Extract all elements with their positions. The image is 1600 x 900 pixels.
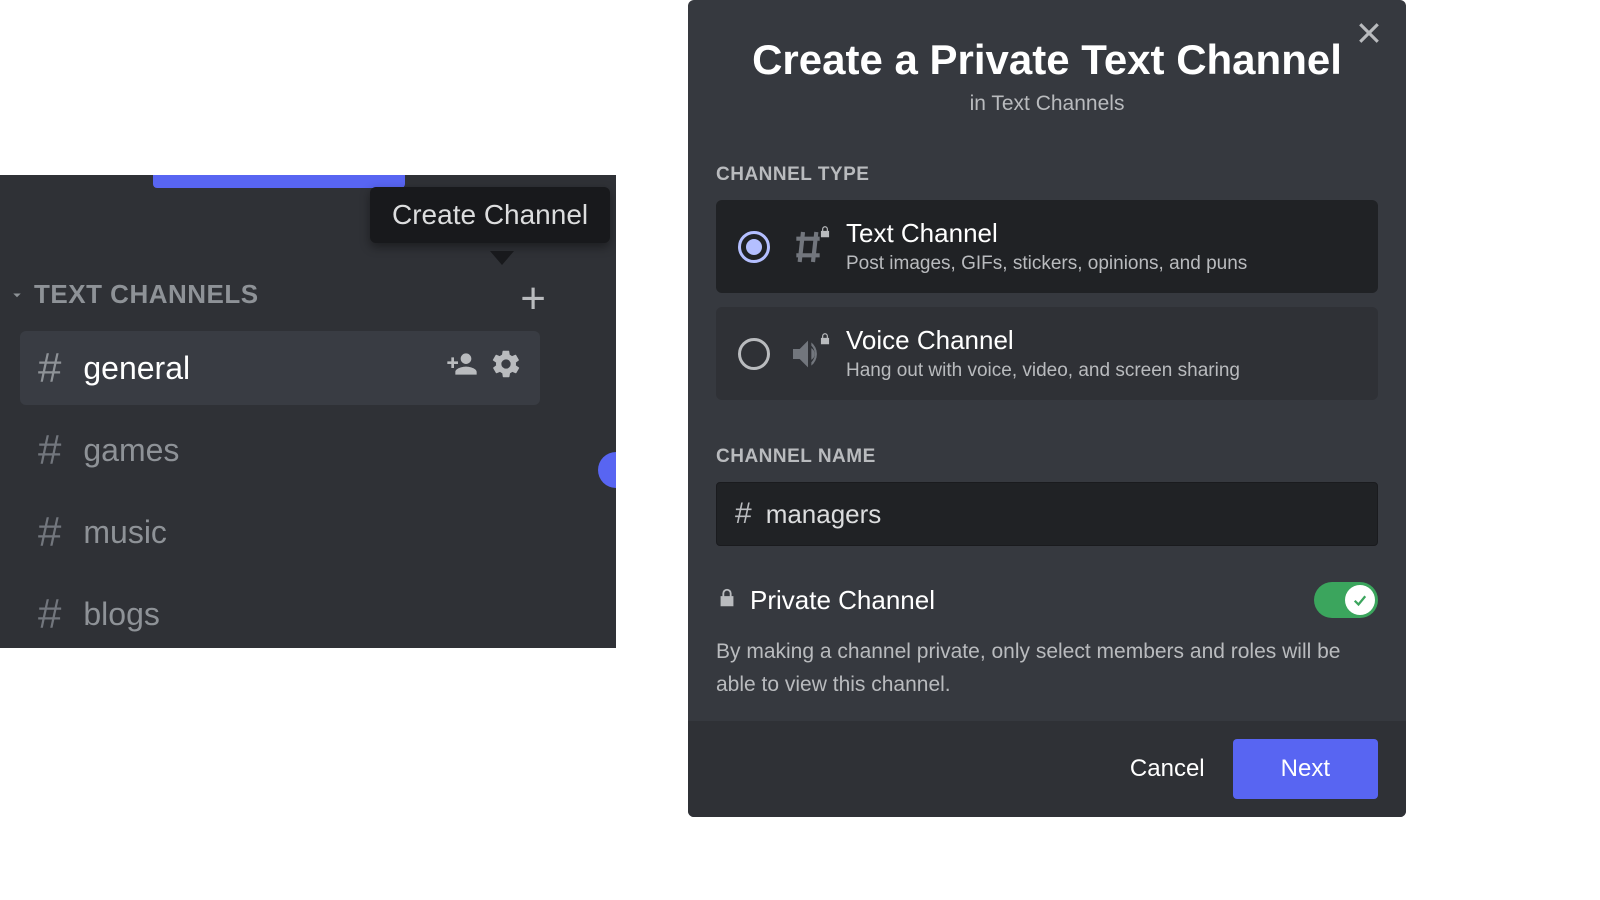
check-icon: [1351, 591, 1369, 609]
hash-lock-icon: [788, 227, 828, 267]
lock-icon: [818, 332, 832, 351]
type-desc: Post images, GIFs, stickers, opinions, a…: [846, 253, 1247, 275]
category-label: TEXT CHANNELS: [34, 279, 259, 310]
modal-subtitle: in Text Channels: [688, 92, 1406, 116]
private-channel-description: By making a channel private, only select…: [716, 636, 1378, 701]
server-avatar-edge: [598, 452, 616, 488]
channel-name: blogs: [83, 596, 160, 633]
create-channel-tooltip: Create Channel: [370, 187, 610, 243]
channel-sidebar: Create Channel TEXT CHANNELS + # general…: [0, 175, 616, 648]
radio-unselected-icon: [738, 338, 770, 370]
channel-item-general[interactable]: # general: [20, 331, 540, 405]
lock-icon: [716, 585, 738, 616]
type-title: Voice Channel: [846, 325, 1240, 356]
channel-item-games[interactable]: # games: [20, 413, 540, 487]
channel-name-input[interactable]: [766, 499, 1359, 530]
gear-icon[interactable]: [490, 348, 522, 388]
create-channel-button[interactable]: +: [520, 277, 546, 321]
channel-item-music[interactable]: # music: [20, 495, 540, 569]
cancel-button[interactable]: Cancel: [1130, 755, 1205, 783]
hash-icon: #: [38, 426, 61, 474]
lock-icon: [818, 225, 832, 244]
active-indicator-bar: [153, 175, 405, 188]
create-channel-modal: Create a Private Text Channel in Text Ch…: [688, 0, 1406, 817]
hash-icon: #: [38, 590, 61, 638]
hash-icon: #: [38, 508, 61, 556]
channel-item-blogs[interactable]: # blogs: [20, 577, 540, 648]
channel-type-voice[interactable]: Voice Channel Hang out with voice, video…: [716, 307, 1378, 400]
next-button[interactable]: Next: [1233, 739, 1378, 799]
tooltip-arrow: [490, 251, 514, 265]
modal-footer: Cancel Next: [688, 721, 1406, 817]
channel-name-field-wrap[interactable]: #: [716, 482, 1378, 546]
type-desc: Hang out with voice, video, and screen s…: [846, 360, 1240, 382]
channel-name: general: [83, 350, 190, 387]
modal-title: Create a Private Text Channel: [688, 36, 1406, 84]
channel-name: games: [83, 432, 179, 469]
hash-icon: #: [38, 344, 61, 392]
invite-user-icon[interactable]: [446, 348, 478, 388]
type-title: Text Channel: [846, 218, 1247, 249]
private-channel-label: Private Channel: [750, 585, 935, 616]
speaker-lock-icon: [788, 334, 828, 374]
radio-selected-icon: [738, 231, 770, 263]
channel-type-text[interactable]: Text Channel Post images, GIFs, stickers…: [716, 200, 1378, 293]
toggle-knob: [1345, 585, 1375, 615]
chevron-down-icon: [8, 286, 26, 304]
channel-name: music: [83, 514, 167, 551]
channel-type-label: CHANNEL TYPE: [716, 164, 1378, 186]
text-channels-category[interactable]: TEXT CHANNELS: [8, 279, 558, 310]
channel-name-label: CHANNEL NAME: [716, 446, 1378, 468]
private-channel-toggle[interactable]: [1314, 582, 1378, 618]
close-button[interactable]: [1354, 18, 1384, 53]
hash-icon: #: [735, 497, 752, 531]
